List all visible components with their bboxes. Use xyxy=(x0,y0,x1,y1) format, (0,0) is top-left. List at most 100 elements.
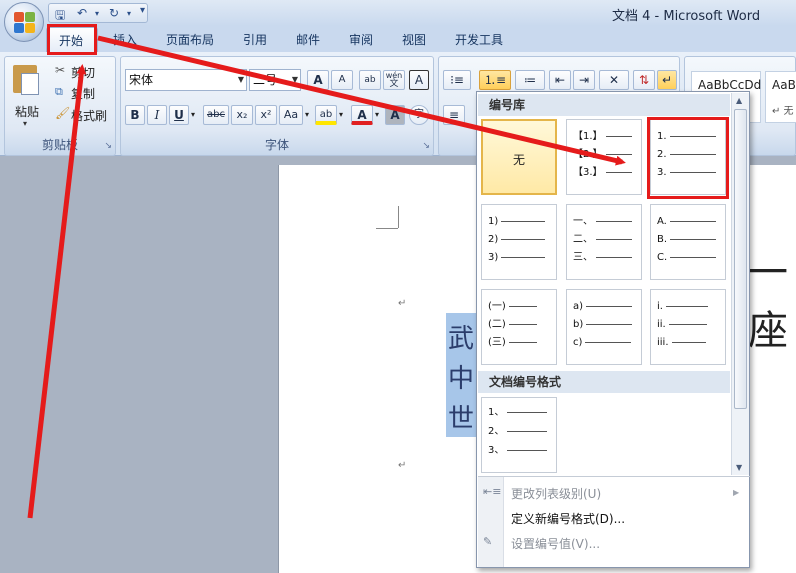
numbering-row: a) xyxy=(573,300,633,314)
character-border-button[interactable]: A xyxy=(409,70,429,90)
numbering-row: (一) xyxy=(488,300,537,314)
selected-text-line-3[interactable]: 世 xyxy=(448,398,474,435)
font-launcher-icon[interactable]: ↘ xyxy=(422,141,430,151)
tab-view[interactable]: 视图 xyxy=(402,31,426,48)
undo-icon[interactable]: ↶ xyxy=(77,6,87,20)
numbering-row: A. xyxy=(657,215,716,229)
font-size-combo[interactable]: 二号 ▼ xyxy=(249,69,301,91)
numbering-row: 1、 xyxy=(488,406,548,420)
numbering-option-alpha-lower[interactable]: a) b) c) xyxy=(566,289,642,365)
paste-icon[interactable] xyxy=(11,63,43,97)
numbering-option-paren[interactable]: 1) 2) 3) xyxy=(481,204,557,280)
numbering-none-label: 无 xyxy=(512,153,525,167)
tab-page-layout[interactable]: 页面布局 xyxy=(166,31,214,48)
office-logo-icon xyxy=(14,12,36,34)
bullets-button[interactable]: ⁝≡ xyxy=(443,70,471,90)
format-painter-icon[interactable]: 🖌 xyxy=(55,106,70,120)
tab-developer[interactable]: 开发工具 xyxy=(455,31,503,48)
clipboard-launcher-icon[interactable]: ↘ xyxy=(104,141,112,151)
numbering-button[interactable]: ⒈≡ xyxy=(479,70,511,90)
font-size-dropdown-icon[interactable]: ▼ xyxy=(292,70,298,90)
numbering-row: 3) xyxy=(488,251,546,265)
copy-button[interactable]: 复制 xyxy=(71,85,95,102)
redo-dropdown-icon[interactable]: ▾ xyxy=(127,9,131,18)
chinese-layout-button[interactable]: ✕ xyxy=(599,70,629,90)
increase-indent-icon: ⇥ xyxy=(578,73,590,87)
scissors-icon[interactable]: ✂ xyxy=(55,63,65,77)
align-left-button[interactable]: ≡ xyxy=(443,105,465,125)
tab-review[interactable]: 审阅 xyxy=(349,31,373,48)
scroll-down-icon[interactable]: ▼ xyxy=(736,463,742,472)
quick-access-toolbar: 🖫 ↶ ▾ ↻ ▾ xyxy=(48,3,148,23)
numbering-row: i. xyxy=(657,300,708,314)
change-case-button[interactable]: Aa xyxy=(279,105,303,125)
numbering-row: B. xyxy=(657,233,717,247)
format-painter-button[interactable]: 格式刷 xyxy=(71,107,107,124)
baidu-watermark-url: jingyan.baidu.com xyxy=(636,534,738,547)
selected-text-line-2[interactable]: 中 xyxy=(448,358,474,395)
redo-icon[interactable]: ↻ xyxy=(109,6,119,20)
font-color-button[interactable]: A xyxy=(351,105,373,125)
underline-dropdown-icon[interactable]: ▾ xyxy=(191,110,195,119)
sort-icon: ⇅ xyxy=(638,73,650,87)
numbering-option-none[interactable]: 无 xyxy=(481,119,557,195)
strikethrough-button[interactable]: abc xyxy=(203,105,229,125)
numbering-option-chinese-paren[interactable]: (一) (二) (三) xyxy=(481,289,557,365)
scroll-thumb[interactable] xyxy=(734,109,747,409)
font-name-combo[interactable]: 宋体 ▼ xyxy=(125,69,247,91)
cut-button[interactable]: 剪切 xyxy=(71,64,95,81)
highlight-dropdown-icon[interactable]: ▾ xyxy=(339,110,343,119)
numbering-option-document-format[interactable]: 1、 2、 3、 xyxy=(481,397,557,473)
numbering-row: (三) xyxy=(488,336,537,350)
paste-label[interactable]: 粘贴 xyxy=(15,103,39,120)
multilevel-list-icon: ≔ xyxy=(524,73,536,87)
font-color-dropdown-icon[interactable]: ▾ xyxy=(375,110,379,119)
change-case-dropdown-icon[interactable]: ▾ xyxy=(305,110,309,119)
set-numbering-value-icon: ✎ xyxy=(483,535,493,548)
numbering-row: 2) xyxy=(488,233,546,247)
grow-font-button[interactable]: A xyxy=(307,70,329,90)
numbering-option-roman-lower[interactable]: i. ii. iii. xyxy=(650,289,726,365)
numbering-option-chinese[interactable]: 一、 二、 三、 xyxy=(566,204,642,280)
change-list-level-item[interactable]: 更改列表级别(U) xyxy=(511,485,601,502)
title-bar: 🖫 ↶ ▾ ↻ ▾ ▾ 文档 4 - Microsoft Word xyxy=(0,0,796,26)
italic-button[interactable]: I xyxy=(147,105,167,125)
show-marks-button[interactable]: ↵ xyxy=(657,70,677,90)
font-name-dropdown-icon[interactable]: ▼ xyxy=(238,70,244,90)
clear-format-button[interactable]: ab xyxy=(359,70,381,90)
tab-insert[interactable]: 插入 xyxy=(113,31,137,48)
bold-button[interactable]: B xyxy=(125,105,145,125)
selected-text-line-1[interactable]: 武 xyxy=(448,318,474,355)
define-new-format-item[interactable]: 定义新编号格式(D)... xyxy=(511,510,625,527)
office-button[interactable] xyxy=(4,2,44,42)
document-heading-text[interactable]: 一座 xyxy=(748,240,796,356)
numbering-option-bracket[interactable]: 【1.】 【2.】 【3.】 xyxy=(566,119,642,195)
numbering-row: 2、 xyxy=(488,425,548,439)
phonetic-char: 文 xyxy=(389,79,399,89)
set-numbering-value-item[interactable]: 设置编号值(V)... xyxy=(511,535,600,552)
phonetic-guide-button[interactable]: wén 文 xyxy=(383,70,405,90)
character-shading-button[interactable]: A xyxy=(385,105,405,125)
copy-icon[interactable]: ⧉ xyxy=(55,85,63,99)
multilevel-list-button[interactable]: ≔ xyxy=(515,70,545,90)
numbering-option-alpha-upper[interactable]: A. B. C. xyxy=(650,204,726,280)
shrink-font-button[interactable]: A xyxy=(331,70,353,90)
subscript-button[interactable]: x₂ xyxy=(231,105,253,125)
underline-button[interactable]: U xyxy=(169,105,189,125)
highlight-button[interactable]: ab xyxy=(315,105,337,125)
numbering-row: 3、 xyxy=(488,444,548,458)
superscript-button[interactable]: x² xyxy=(255,105,277,125)
tab-mailings[interactable]: 邮件 xyxy=(296,31,320,48)
gallery-scrollbar[interactable]: ▲ ▼ xyxy=(731,93,749,475)
scroll-up-icon[interactable]: ▲ xyxy=(736,96,742,105)
sort-button[interactable]: ⇅ xyxy=(633,70,655,90)
paste-dropdown-icon[interactable]: ▾ xyxy=(23,119,27,128)
customize-qat-icon[interactable]: ▾ xyxy=(140,5,145,16)
increase-indent-button[interactable]: ⇥ xyxy=(573,70,595,90)
tab-references[interactable]: 引用 xyxy=(243,31,267,48)
undo-dropdown-icon[interactable]: ▾ xyxy=(95,9,99,18)
enclose-characters-button[interactable]: 字 xyxy=(409,105,429,125)
decrease-indent-button[interactable]: ⇤ xyxy=(549,70,571,90)
font-group: 宋体 ▼ 二号 ▼ A A ab wén 文 A B I U ▾ abc x₂ … xyxy=(120,56,434,156)
style-no-spacing-card[interactable]: AaBb ↵ 无 xyxy=(765,71,796,123)
